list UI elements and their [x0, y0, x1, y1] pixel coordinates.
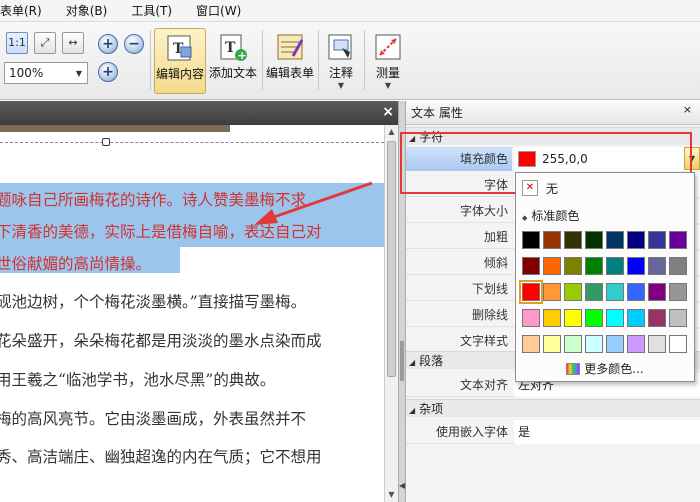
- color-swatch[interactable]: [669, 283, 687, 301]
- color-swatch[interactable]: [519, 280, 543, 304]
- color-swatch[interactable]: [522, 231, 540, 249]
- color-swatch[interactable]: [606, 309, 624, 327]
- add-text-icon: T +: [218, 32, 248, 62]
- fit-width-icon[interactable]: ↔: [62, 32, 84, 54]
- no-color-option[interactable]: ✕ 无: [522, 179, 558, 197]
- color-swatch[interactable]: [669, 309, 687, 327]
- color-swatch[interactable]: [543, 309, 561, 327]
- color-swatch[interactable]: [606, 283, 624, 301]
- document-tab-bar: ×: [0, 101, 398, 125]
- collapse-arrow-icon[interactable]: ◀: [399, 481, 405, 490]
- color-swatch[interactable]: [627, 335, 645, 353]
- scroll-down-icon[interactable]: ▼: [385, 488, 398, 502]
- color-swatch[interactable]: [564, 309, 582, 327]
- menu-window[interactable]: 窗口(W): [184, 0, 253, 22]
- color-swatch[interactable]: [543, 231, 561, 249]
- section-misc[interactable]: ◢ 杂项: [406, 399, 700, 417]
- splitter-grip[interactable]: [400, 341, 404, 381]
- color-swatch[interactable]: [543, 257, 561, 275]
- color-swatch[interactable]: [648, 335, 666, 353]
- add-text-button[interactable]: T + 添加文本: [208, 28, 258, 94]
- edit-content-button[interactable]: T 编辑内容: [154, 28, 206, 94]
- measure-button[interactable]: 测量 ▼: [368, 28, 408, 94]
- svg-text:T: T: [225, 40, 236, 56]
- no-color-icon: ✕: [522, 180, 538, 196]
- menu-form[interactable]: 表单(R): [0, 0, 54, 22]
- edit-form-icon: [275, 32, 305, 62]
- color-swatch[interactable]: [522, 257, 540, 275]
- color-swatch[interactable]: [585, 335, 603, 353]
- toolbar: 1:1 ⤢ ↔ 100% ▼ + − + T 编辑内容 T + 添加文本 编辑表单…: [0, 22, 700, 100]
- prop-embed-font[interactable]: 使用嵌入字体 是: [406, 420, 700, 444]
- zoom-value: 100%: [9, 66, 44, 80]
- color-swatch[interactable]: [606, 257, 624, 275]
- palette-icon: [566, 363, 581, 375]
- document-scrollbar[interactable]: ▲ ▼: [384, 125, 398, 502]
- edit-form-button[interactable]: 编辑表单: [264, 28, 316, 94]
- color-swatch[interactable]: [627, 309, 645, 327]
- color-swatch[interactable]: [522, 309, 540, 327]
- annotate-dropdown-icon: ▼: [337, 81, 345, 90]
- embed-font-value[interactable]: 是: [514, 420, 700, 444]
- zoom-in-icon[interactable]: +: [98, 34, 118, 54]
- color-swatch[interactable]: [585, 231, 603, 249]
- color-swatch[interactable]: [543, 283, 561, 301]
- color-swatch[interactable]: [585, 283, 603, 301]
- scrollbar-thumb[interactable]: [387, 141, 396, 377]
- color-swatch[interactable]: [648, 309, 666, 327]
- annotate-button[interactable]: 注释 ▼: [322, 28, 360, 94]
- actual-size-icon[interactable]: 1:1: [6, 32, 28, 54]
- collapse-triangle-icon: ◢: [409, 358, 416, 367]
- standard-colors-label: ◆ 标准颜色: [522, 209, 580, 223]
- color-swatch[interactable]: [648, 231, 666, 249]
- menu-object[interactable]: 对象(B): [54, 0, 120, 22]
- scroll-up-icon[interactable]: ▲: [385, 125, 398, 139]
- measure-icon: [373, 32, 403, 62]
- close-icon[interactable]: ×: [382, 104, 394, 120]
- zoom-select[interactable]: 100% ▼: [4, 62, 88, 84]
- color-swatch[interactable]: [669, 231, 687, 249]
- panel-title: 文本 属性 ×: [406, 101, 700, 125]
- menu-bar: 表单(R) 对象(B) 工具(T) 窗口(W): [0, 0, 700, 22]
- measure-dropdown-icon: ▼: [384, 81, 392, 90]
- color-swatch[interactable]: [648, 257, 666, 275]
- annotate-icon: [326, 32, 356, 62]
- color-swatch[interactable]: [522, 335, 540, 353]
- color-picker-popup: ✕ 无 ◆ 标准颜色 更多颜色...: [515, 172, 695, 382]
- document-page[interactable]: 题咏自己所画梅花的诗作。诗人赞美墨梅不求 下清香的美德，实际上是借梅自喻，表达自…: [0, 125, 384, 502]
- color-swatch[interactable]: [606, 335, 624, 353]
- fit-page-icon[interactable]: ⤢: [34, 32, 56, 54]
- color-swatch[interactable]: [627, 231, 645, 249]
- svg-text:+: +: [238, 49, 247, 62]
- color-swatch[interactable]: [585, 309, 603, 327]
- color-swatch[interactable]: [543, 335, 561, 353]
- color-swatch[interactable]: [669, 257, 687, 275]
- diamond-icon: ◆: [522, 214, 528, 222]
- edit-content-icon: T: [165, 33, 195, 63]
- color-swatch[interactable]: [669, 335, 687, 353]
- color-swatch[interactable]: [606, 231, 624, 249]
- color-swatch[interactable]: [585, 257, 603, 275]
- close-icon[interactable]: ×: [683, 101, 692, 119]
- zoom-out-icon[interactable]: −: [124, 34, 144, 54]
- more-colors-button[interactable]: 更多颜色...: [516, 359, 694, 379]
- color-swatch[interactable]: [627, 283, 645, 301]
- menu-tools[interactable]: 工具(T): [119, 0, 184, 22]
- chevron-down-icon: ▼: [75, 68, 83, 78]
- color-swatch[interactable]: [564, 283, 582, 301]
- color-swatch[interactable]: [627, 257, 645, 275]
- color-swatch[interactable]: [564, 335, 582, 353]
- color-swatch[interactable]: [564, 257, 582, 275]
- zoom-tool-icon[interactable]: +: [98, 62, 118, 82]
- annotation-arrow-icon: [254, 181, 373, 225]
- app-window: { "menubar": { "items": ["表单(R)", "对象(B)…: [0, 0, 700, 502]
- color-swatch[interactable]: [648, 283, 666, 301]
- collapse-triangle-icon: ◢: [409, 406, 416, 415]
- color-swatch[interactable]: [564, 231, 582, 249]
